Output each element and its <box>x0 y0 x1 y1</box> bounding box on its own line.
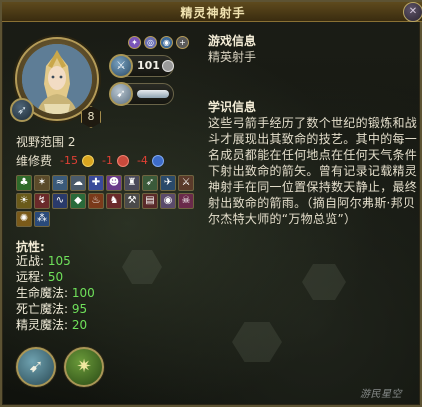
resistance-label: 近战: <box>16 254 48 268</box>
resistance-row: 远程: 50 <box>16 269 95 285</box>
food-icon <box>151 154 164 167</box>
upkeep-label: 维修费 <box>16 154 53 168</box>
resistance-value: 20 <box>71 318 88 332</box>
resistance-row: 近战: 105 <box>16 253 95 269</box>
move-action-button[interactable]: ➹ <box>16 347 56 387</box>
status-icon-row: ✦ ◎ ◉ + <box>128 36 189 50</box>
figure-ability-icon[interactable]: ♞ <box>106 193 122 209</box>
flame-ability-icon[interactable]: ♨ <box>88 193 104 209</box>
mana-icon <box>116 154 129 167</box>
ability-grid: ♣ ✶ ≈ ☁ ✚ ☻ ♜ ➶ ✈ ⚔ ☀ ↯ ∿ ◆ ♨ ♞ ⚒ ▤ ◉ ☠ ✺ ⁂ <box>16 175 196 227</box>
window-title: 精灵神射手 <box>180 6 246 20</box>
unit-info-panel: 精灵神射手 ✕ ➶ 8 ✦ ◎ ◉ + ⚔ 101 ➹ 视野范围 2 维修费 -… <box>0 0 422 407</box>
resistance-row: 精灵魔法: 20 <box>16 317 95 333</box>
eye-ability-icon[interactable]: ◉ <box>160 193 176 209</box>
upkeep-food-value: -4 <box>136 154 148 167</box>
shield-status-icon: ✦ <box>128 36 141 49</box>
resistance-label: 精灵魔法: <box>16 318 72 332</box>
resistance-label: 生命魔法: <box>16 286 72 300</box>
gem-ability-icon[interactable]: ◆ <box>70 193 86 209</box>
upkeep-gold-value: -15 <box>60 154 78 167</box>
resistance-value: 105 <box>47 254 71 268</box>
close-icon[interactable]: ✕ <box>403 2 422 22</box>
skull-ability-icon[interactable]: ☠ <box>178 193 194 209</box>
hp-value: 101 <box>137 59 160 72</box>
swords-ability-icon[interactable]: ⚔ <box>178 175 194 191</box>
boot-icon: ➹ <box>109 82 133 106</box>
resistance-value: 95 <box>71 302 88 316</box>
sword-icon: ⚔ <box>109 54 133 78</box>
cross-ability-icon[interactable]: ✚ <box>88 175 104 191</box>
mask-ability-icon[interactable]: ☻ <box>106 175 122 191</box>
resistance-label: 死亡魔法: <box>16 302 72 316</box>
movement-bar: ➹ <box>109 82 174 106</box>
hp-bar: ⚔ 101 <box>109 54 174 78</box>
game-info-title: 游戏信息 <box>208 34 257 48</box>
upkeep-mana-value: -1 <box>101 154 113 167</box>
plus-status-icon: + <box>176 36 189 49</box>
attack-action-button[interactable]: ✷ <box>64 347 104 387</box>
resistance-row: 生命魔法: 100 <box>16 285 95 301</box>
rings-status-icon: ◎ <box>144 36 157 49</box>
archer-type-icon: ➶ <box>10 98 34 122</box>
game-info-value: 精英射手 <box>208 50 257 64</box>
bolt-ability-icon[interactable]: ↯ <box>34 193 50 209</box>
upkeep-row: 维修费 -15 -1 -4 <box>16 152 164 169</box>
resistance-label: 远程: <box>16 270 48 284</box>
vision-range: 视野范围 2 <box>16 133 75 150</box>
vision-label: 视野范围 <box>16 135 65 149</box>
boot-ability-icon[interactable]: ≈ <box>52 175 68 191</box>
sun2-ability-icon[interactable]: ✺ <box>16 211 32 227</box>
axe-ability-icon[interactable]: ⚒ <box>124 193 140 209</box>
title-bar: 精灵神射手 ✕ <box>2 2 422 22</box>
resistance-value: 100 <box>71 286 95 300</box>
watermark: 游民星空 <box>360 389 402 400</box>
map-hex <box>232 322 282 362</box>
book-ability-icon[interactable]: ▤ <box>142 193 158 209</box>
lore-title: 学识信息 <box>208 100 257 114</box>
cloud-ability-icon[interactable]: ☁ <box>70 175 86 191</box>
bow-ability-icon[interactable]: ➶ <box>142 175 158 191</box>
hp-gem-icon <box>162 60 174 72</box>
resistance-list: 近战: 105 远程: 50 生命魔法: 100 死亡魔法: 95 精灵魔法: 20 <box>16 253 95 333</box>
resistance-value: 50 <box>47 270 64 284</box>
sun-ability-icon[interactable]: ☀ <box>16 193 32 209</box>
map-hex <box>302 264 346 300</box>
map-hex <box>122 250 162 284</box>
armor-ability-icon[interactable]: ♜ <box>124 175 140 191</box>
vision-value: 2 <box>67 135 76 149</box>
wave-ability-icon[interactable]: ∿ <box>52 193 68 209</box>
gold-icon <box>81 154 94 167</box>
twin-ability-icon[interactable]: ⁂ <box>34 211 50 227</box>
resistance-row: 死亡魔法: 95 <box>16 301 95 317</box>
star-ability-icon[interactable]: ✶ <box>34 175 50 191</box>
lore-text: 这些弓箭手经历了数个世纪的锻炼和战斗才展现出其致命的技艺。其中的每一名成员都能在… <box>208 116 418 226</box>
tree-ability-icon[interactable]: ♣ <box>16 175 32 191</box>
movement-fill <box>137 90 169 98</box>
wing-ability-icon[interactable]: ✈ <box>160 175 176 191</box>
disk-status-icon: ◉ <box>160 36 173 49</box>
